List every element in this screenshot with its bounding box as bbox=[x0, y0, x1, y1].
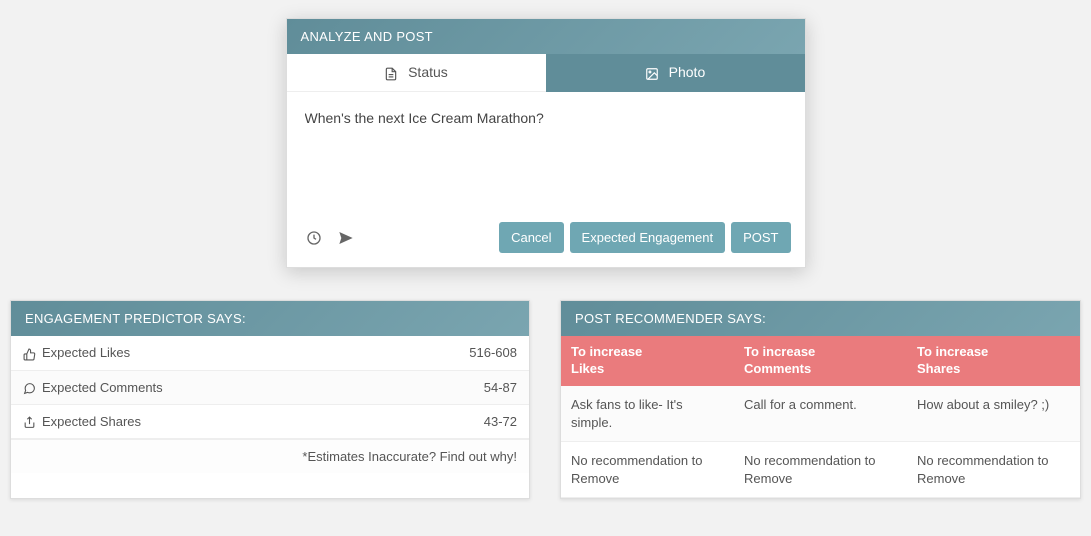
tab-photo-label: Photo bbox=[669, 64, 706, 80]
recommender-header-comments: To increase Comments bbox=[734, 336, 907, 386]
recommender-header-shares: To increase Shares bbox=[907, 336, 1080, 386]
recommender-table: To increase Likes To increase Comments T… bbox=[561, 336, 1080, 498]
rec-head-likes-2: Likes bbox=[571, 361, 604, 376]
rec-head-likes-1: To increase bbox=[571, 344, 642, 359]
rec-cell-likes-2: No recommendation to Remove bbox=[561, 442, 734, 498]
predictor-row-shares: Expected Shares 43-72 bbox=[11, 405, 529, 439]
recommender-row-2: No recommendation to Remove No recommend… bbox=[561, 442, 1080, 498]
compose-body bbox=[287, 92, 805, 212]
predictor-shares-label: Expected Shares bbox=[42, 414, 141, 429]
predictor-list: Expected Likes 516-608 Expected Comments… bbox=[11, 336, 529, 438]
predictor-likes-label: Expected Likes bbox=[42, 345, 130, 360]
predictor-footer[interactable]: *Estimates Inaccurate? Find out why! bbox=[11, 439, 529, 473]
rec-cell-comments-2: No recommendation to Remove bbox=[734, 442, 907, 498]
tab-photo[interactable]: Photo bbox=[546, 54, 805, 92]
rec-head-shares-1: To increase bbox=[917, 344, 988, 359]
bottom-row: ENGAGEMENT PREDICTOR SAYS: Expected Like… bbox=[0, 268, 1091, 499]
compose-title: ANALYZE AND POST bbox=[287, 19, 805, 54]
predictor-title: ENGAGEMENT PREDICTOR SAYS: bbox=[11, 301, 529, 336]
recommender-title: POST RECOMMENDER SAYS: bbox=[561, 301, 1080, 336]
rec-cell-likes-1: Ask fans to like- It's simple. bbox=[561, 386, 734, 442]
cancel-button[interactable]: Cancel bbox=[499, 222, 563, 253]
compose-actions: Cancel Expected Engagement POST bbox=[287, 212, 805, 267]
document-icon bbox=[384, 65, 402, 81]
expected-engagement-button[interactable]: Expected Engagement bbox=[570, 222, 726, 253]
rec-head-comments-2: Comments bbox=[744, 361, 811, 376]
compose-panel: ANALYZE AND POST Status Photo Cancel Exp… bbox=[286, 18, 806, 268]
thumbs-up-icon bbox=[23, 345, 36, 360]
comments-icon bbox=[23, 380, 36, 395]
compose-textarea[interactable] bbox=[305, 110, 787, 190]
recommender-row-1: Ask fans to like- It's simple. Call for … bbox=[561, 386, 1080, 442]
schedule-icon[interactable] bbox=[301, 225, 327, 251]
recommender-header-row: To increase Likes To increase Comments T… bbox=[561, 336, 1080, 386]
rec-cell-shares-1: How about a smiley? ;) bbox=[907, 386, 1080, 442]
recommender-panel: POST RECOMMENDER SAYS: To increase Likes… bbox=[560, 300, 1081, 499]
recommender-header-likes: To increase Likes bbox=[561, 336, 734, 386]
rec-head-shares-2: Shares bbox=[917, 361, 960, 376]
compose-tabs: Status Photo bbox=[287, 54, 805, 92]
location-icon[interactable] bbox=[333, 225, 359, 251]
rec-cell-shares-2: No recommendation to Remove bbox=[907, 442, 1080, 498]
tab-status-label: Status bbox=[408, 64, 448, 80]
predictor-comments-label: Expected Comments bbox=[42, 380, 163, 395]
predictor-shares-value: 43-72 bbox=[484, 414, 517, 429]
post-button[interactable]: POST bbox=[731, 222, 790, 253]
image-icon bbox=[645, 65, 663, 81]
predictor-row-likes: Expected Likes 516-608 bbox=[11, 336, 529, 370]
predictor-likes-value: 516-608 bbox=[469, 345, 517, 360]
rec-cell-comments-1: Call for a comment. bbox=[734, 386, 907, 442]
share-icon bbox=[23, 414, 36, 429]
predictor-comments-value: 54-87 bbox=[484, 380, 517, 395]
predictor-panel: ENGAGEMENT PREDICTOR SAYS: Expected Like… bbox=[10, 300, 530, 499]
rec-head-comments-1: To increase bbox=[744, 344, 815, 359]
predictor-row-comments: Expected Comments 54-87 bbox=[11, 371, 529, 405]
tab-status[interactable]: Status bbox=[287, 54, 546, 92]
